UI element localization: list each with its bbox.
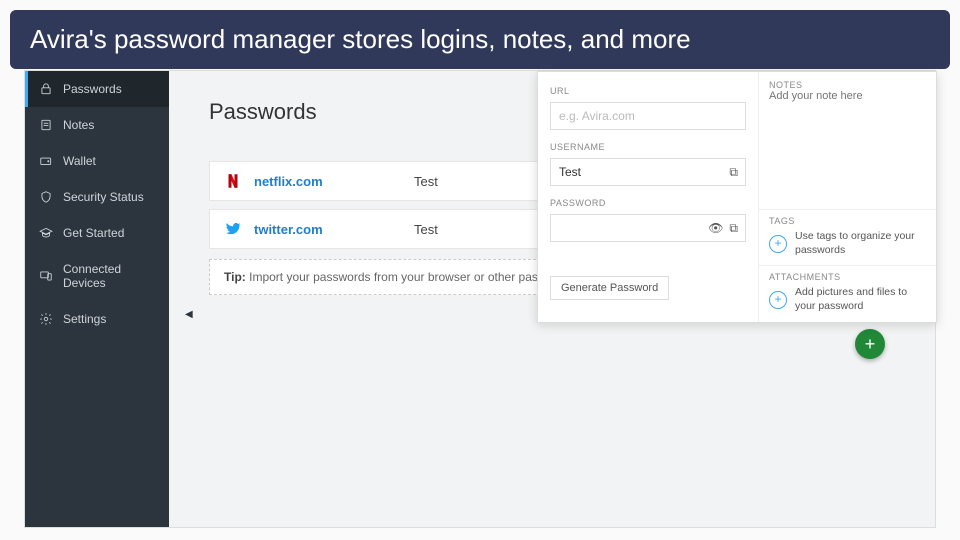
netflix-icon	[224, 172, 242, 190]
attachments-section: ATTACHMENTS + Add pictures and files to …	[759, 265, 936, 321]
row-domain: netflix.com	[254, 174, 414, 189]
app-window: Passwords Notes Wallet Security Status G…	[24, 70, 936, 528]
detail-fields: URL USERNAME ⧉ PASSWORD 👁 ⧉ Generate Pas…	[538, 72, 758, 322]
sidebar-item-settings[interactable]: Settings	[25, 301, 169, 337]
note-icon	[39, 118, 53, 132]
generate-password-button[interactable]: Generate Password	[550, 276, 669, 300]
username-input[interactable]	[550, 158, 746, 186]
sidebar-item-notes[interactable]: Notes	[25, 107, 169, 143]
add-attachment-button[interactable]: +	[769, 291, 787, 309]
tags-label: TAGS	[769, 216, 926, 226]
row-username: Test	[414, 222, 438, 237]
sidebar-item-devices[interactable]: Connected Devices	[25, 251, 169, 301]
tip-label: Tip:	[224, 270, 246, 284]
sidebar-item-wallet[interactable]: Wallet	[25, 143, 169, 179]
twitter-icon	[224, 220, 242, 238]
sidebar: Passwords Notes Wallet Security Status G…	[25, 71, 169, 527]
sidebar-label: Notes	[63, 118, 94, 132]
add-password-fab[interactable]: +	[855, 329, 885, 359]
eye-icon[interactable]: 👁	[708, 221, 723, 236]
add-tag-button[interactable]: +	[769, 235, 787, 253]
graduation-icon	[39, 226, 53, 240]
sidebar-label: Settings	[63, 312, 106, 326]
row-domain: twitter.com	[254, 222, 414, 237]
sidebar-label: Security Status	[63, 190, 144, 204]
attachments-label: ATTACHMENTS	[769, 272, 926, 282]
password-detail-panel: URL USERNAME ⧉ PASSWORD 👁 ⧉ Generate Pas…	[537, 71, 937, 323]
password-label: PASSWORD	[550, 198, 746, 208]
sidebar-label: Connected Devices	[63, 262, 155, 290]
tags-hint: Use tags to organize your passwords	[795, 230, 926, 257]
plus-icon: +	[865, 334, 876, 355]
tip-text: Import your passwords from your browser …	[246, 270, 570, 284]
sidebar-label: Passwords	[63, 82, 122, 96]
sidebar-item-security[interactable]: Security Status	[25, 179, 169, 215]
url-label: URL	[550, 86, 746, 96]
username-label: USERNAME	[550, 142, 746, 152]
gear-icon	[39, 312, 53, 326]
row-username: Test	[414, 174, 438, 189]
wallet-icon	[39, 154, 53, 168]
main-content: Passwords netflix.com Test twitter.com T…	[169, 71, 935, 527]
sidebar-label: Get Started	[63, 226, 124, 240]
sidebar-item-passwords[interactable]: Passwords	[25, 71, 169, 107]
tags-section: TAGS + Use tags to organize your passwor…	[759, 209, 936, 265]
url-input[interactable]	[550, 102, 746, 130]
notes-label: NOTES	[769, 80, 926, 90]
copy-icon[interactable]: ⧉	[729, 221, 738, 236]
devices-icon	[39, 269, 53, 283]
sidebar-label: Wallet	[63, 154, 96, 168]
notes-input[interactable]	[769, 90, 926, 196]
copy-icon[interactable]: ⧉	[729, 165, 738, 180]
lock-icon	[39, 82, 53, 96]
sidebar-item-get-started[interactable]: Get Started	[25, 215, 169, 251]
detail-side: NOTES TAGS + Use tags to organize your p…	[758, 72, 936, 322]
shield-icon	[39, 190, 53, 204]
attachments-hint: Add pictures and files to your password	[795, 286, 926, 313]
caption-banner: Avira's password manager stores logins, …	[10, 10, 950, 69]
